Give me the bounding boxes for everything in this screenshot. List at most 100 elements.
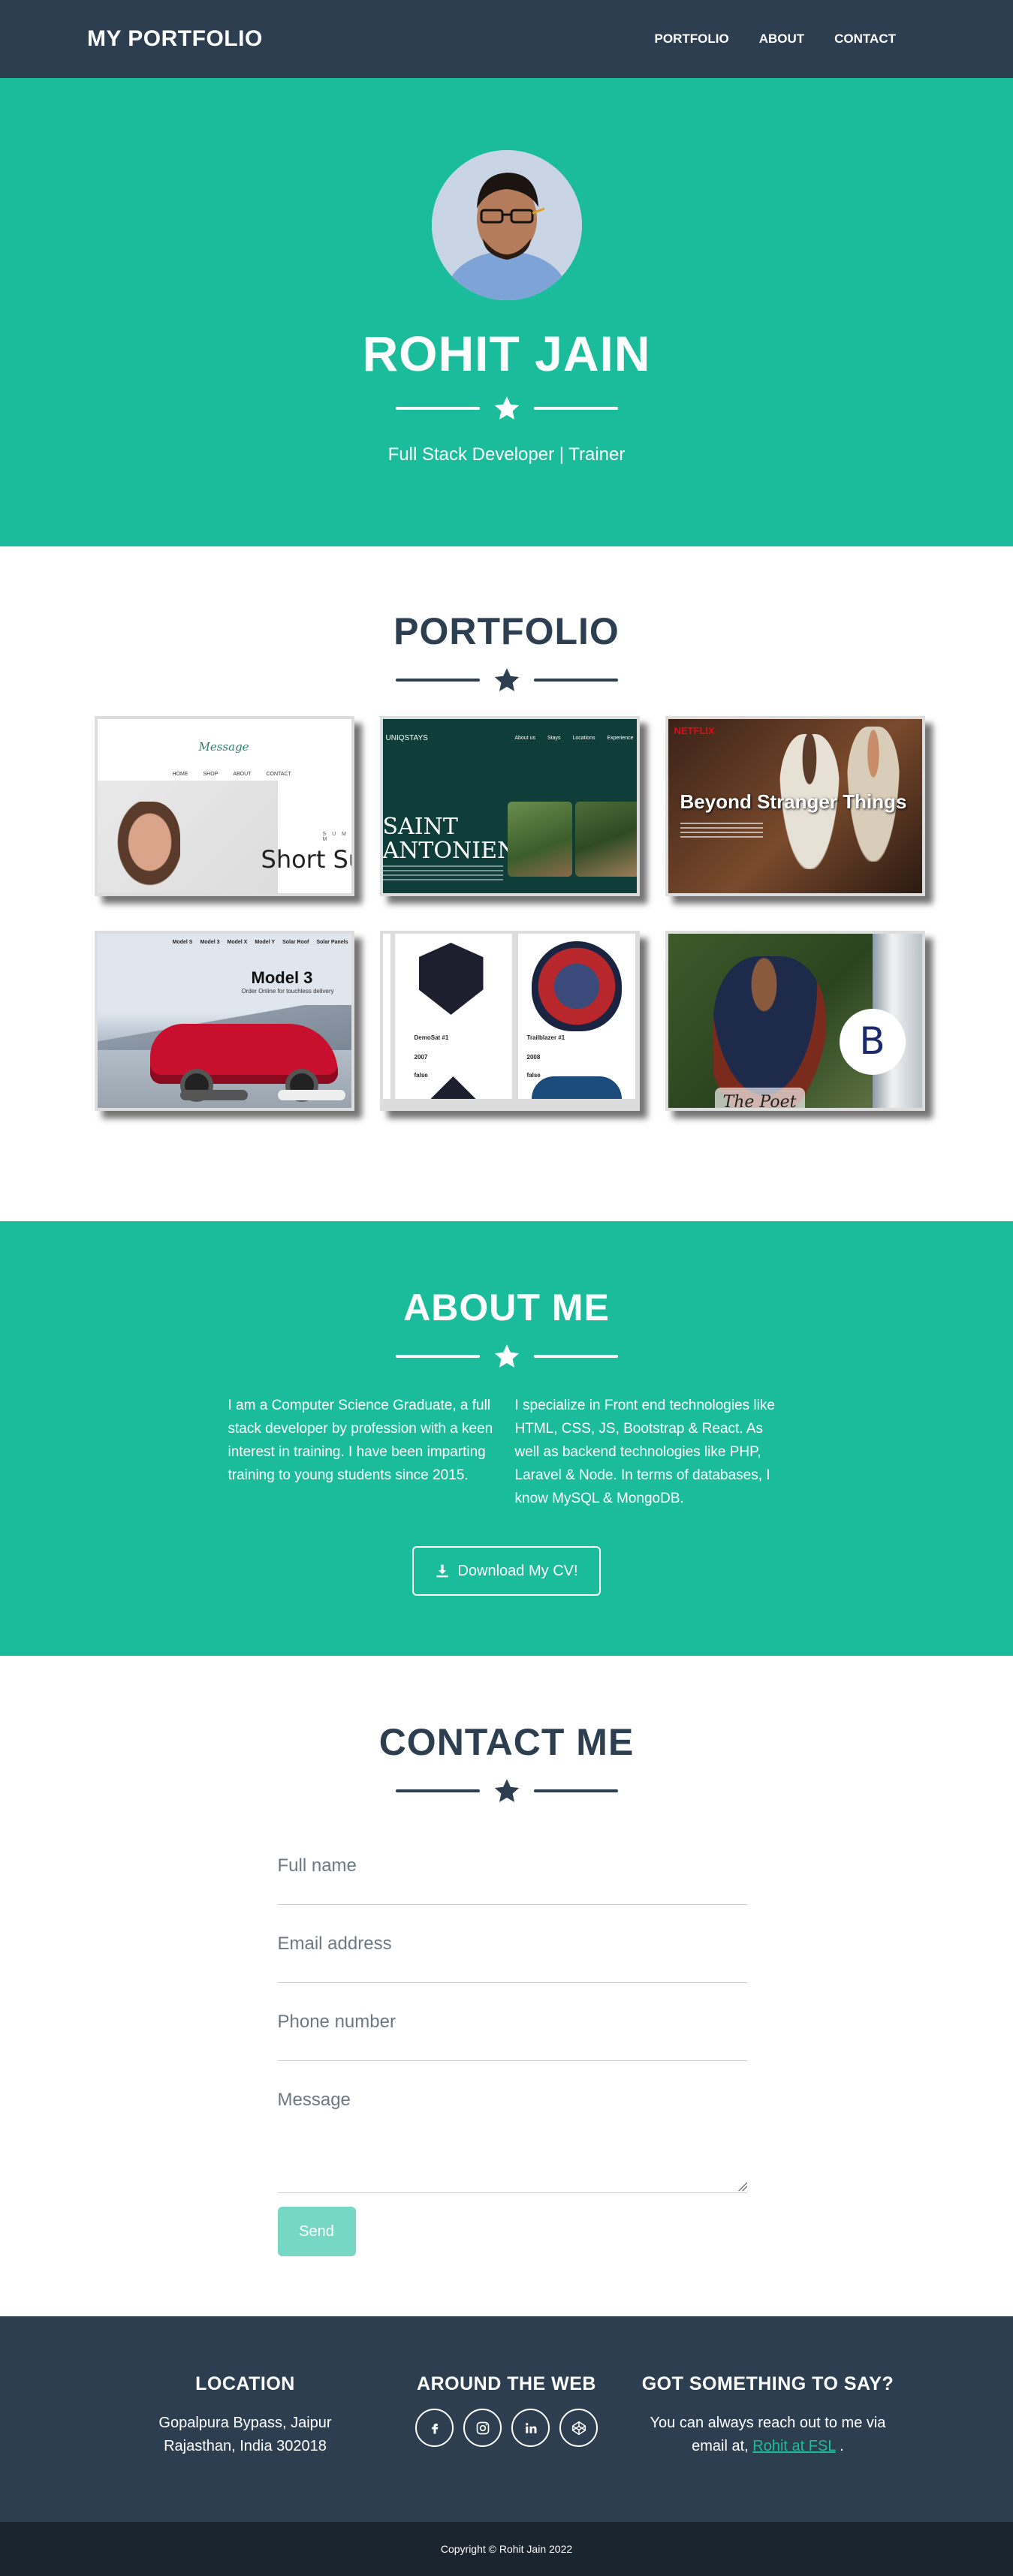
divider-line	[395, 1789, 480, 1792]
star-icon	[494, 668, 519, 691]
mission-patch-image	[531, 941, 622, 1031]
footer-location: LOCATION Gopalpura Bypass, Jaipur Rajast…	[115, 2373, 376, 2522]
patch-label: 2008	[526, 1054, 541, 1061]
card-nav-item: Model 3	[200, 940, 220, 945]
nav-link-about[interactable]: ABOUT	[744, 32, 819, 47]
patch-label: false	[414, 1072, 428, 1079]
footer-say-title: GOT SOMETHING TO SAY?	[641, 2373, 894, 2394]
about-section: ABOUT ME I am a Computer Science Graduat…	[0, 1221, 1013, 1656]
card-tagline: S U M M	[322, 832, 348, 842]
card-button	[179, 1090, 248, 1100]
hero-divider	[0, 395, 1013, 422]
patch-label: false	[526, 1072, 541, 1079]
hero-section: ROHIT JAIN Full Stack Developer | Traine…	[0, 78, 1013, 546]
footer-social: AROUND THE WEB	[376, 2373, 638, 2522]
navbar: MY PORTFOLIO PORTFOLIO ABOUT CONTACT	[0, 0, 1013, 78]
portfolio-item-netflix[interactable]: NETFLIX Beyond Stranger Things	[665, 716, 925, 896]
card-nav-item: Stays	[547, 736, 561, 741]
card-logo: Message	[198, 740, 249, 754]
divider-line	[533, 407, 618, 410]
divider-line	[533, 1789, 618, 1792]
codepen-icon[interactable]	[559, 2409, 598, 2447]
card-caption: The Poet	[714, 1088, 805, 1108]
divider-line	[533, 1355, 618, 1358]
linkedin-icon[interactable]	[511, 2409, 550, 2447]
portfolio-item-spacex-patches[interactable]: DemoSat #1 2007 false Trailblazer #1 200…	[379, 931, 640, 1111]
footer-address: Gopalpura Bypass, Jaipur Rajasthan, Indi…	[115, 2412, 376, 2458]
message-textarea[interactable]	[277, 2090, 747, 2180]
mission-patch-image	[430, 1076, 476, 1099]
patch-label: 2007	[414, 1054, 428, 1061]
portfolio-section: PORTFOLIO Message HOME SHOP ABOUT CONTAC…	[0, 546, 1013, 1221]
about-text-left: I am a Computer Science Graduate, a full…	[228, 1398, 493, 1483]
portfolio-item-message-shop[interactable]: Message HOME SHOP ABOUT CONTACT S U M M …	[94, 716, 354, 896]
contact-title: CONTACT ME	[378, 1721, 635, 1763]
card-button	[277, 1090, 345, 1100]
hero-name: ROHIT JAIN	[362, 326, 651, 381]
download-icon	[436, 1564, 448, 1578]
card-logo: UNIQSTAYS	[385, 734, 428, 742]
brand-logo[interactable]: MY PORTFOLIO	[87, 26, 263, 52]
star-icon	[494, 1344, 519, 1368]
fullname-field-wrapper	[277, 1827, 747, 1905]
download-cv-label: Download My CV!	[457, 1562, 578, 1579]
portfolio-item-tesla[interactable]: Model S Model 3 Model X Model Y Solar Ro…	[94, 931, 354, 1111]
avatar	[431, 150, 582, 300]
social-links	[376, 2409, 638, 2447]
card-nav-item: CONTACT	[266, 772, 291, 777]
card-nav-item: Model Y	[255, 940, 276, 945]
footer-web-title: AROUND THE WEB	[417, 2373, 596, 2394]
card-mini-nav: HOME SHOP ABOUT CONTACT	[173, 772, 291, 777]
divider-line	[395, 407, 480, 410]
card-column: DemoSat #1 2007 false	[394, 934, 512, 1099]
footer-location-title: LOCATION	[195, 2373, 295, 2394]
send-button[interactable]: Send	[277, 2207, 356, 2256]
contact-section: CONTACT ME Send	[0, 1656, 1013, 2316]
card-photo	[574, 802, 637, 877]
email-input[interactable]	[277, 1933, 747, 1955]
email-link[interactable]: Rohit at FSL	[752, 2438, 835, 2454]
about-text-right: I specialize in Front end technologies l…	[514, 1398, 775, 1506]
card-column	[382, 934, 390, 1099]
footer: LOCATION Gopalpura Bypass, Jaipur Rajast…	[0, 2316, 1013, 2522]
phone-input[interactable]	[277, 2011, 747, 2033]
mission-patch-image	[531, 1076, 622, 1099]
copyright-text: Copyright © Rohit Jain 2022	[440, 2543, 573, 2555]
card-body-text	[382, 865, 503, 882]
netflix-logo: NETFLIX	[674, 725, 715, 736]
facebook-icon[interactable]	[415, 2409, 454, 2447]
portfolio-item-uniqstays[interactable]: UNIQSTAYS About us Stays Locations Exper…	[379, 716, 640, 896]
footer-say-text: You can always reach out to me via email…	[638, 2412, 899, 2458]
fullname-input[interactable]	[277, 1855, 747, 1876]
address-line: Rajasthan, India 302018	[164, 2438, 327, 2454]
hero-subtitle: Full Stack Developer | Trainer	[387, 444, 626, 465]
card-nav-item: Solar Panels	[316, 940, 348, 945]
divider-line	[395, 1355, 480, 1358]
footer-contact: GOT SOMETHING TO SAY? You can always rea…	[638, 2373, 899, 2522]
nav-link-contact[interactable]: CONTACT	[819, 32, 911, 47]
card-photo	[507, 802, 572, 877]
instagram-icon[interactable]	[463, 2409, 502, 2447]
card-nav-item: HOME	[172, 772, 188, 777]
portfolio-title: PORTFOLIO	[393, 610, 620, 652]
patch-label: DemoSat #1	[414, 1034, 449, 1041]
divider-line	[533, 679, 618, 682]
card-nav-item: ABOUT	[233, 772, 252, 777]
nav-link-portfolio[interactable]: PORTFOLIO	[640, 32, 744, 47]
card-nav-item: Solar Roof	[282, 940, 309, 945]
contact-divider	[0, 1777, 1013, 1804]
card-headline: SAINT ANTONIEN	[382, 814, 517, 864]
card-headline: Model 3	[251, 968, 313, 987]
card-headline: Short Su	[261, 845, 354, 874]
card-subheadline: Order Online for touchless delivery	[241, 988, 334, 995]
download-cv-button[interactable]: Download My CV!	[412, 1546, 601, 1596]
card-nav-item: SHOP	[203, 772, 219, 777]
resize-handle-icon[interactable]	[737, 2182, 747, 2191]
divider-line	[395, 679, 480, 682]
portfolio-divider	[0, 667, 1013, 694]
email-field-wrapper	[277, 1905, 747, 1983]
message-field-wrapper	[277, 2061, 747, 2193]
star-icon	[494, 396, 519, 420]
card-nav-item: Model S	[172, 940, 193, 945]
portfolio-item-the-poet[interactable]: B The Poet	[665, 931, 925, 1111]
